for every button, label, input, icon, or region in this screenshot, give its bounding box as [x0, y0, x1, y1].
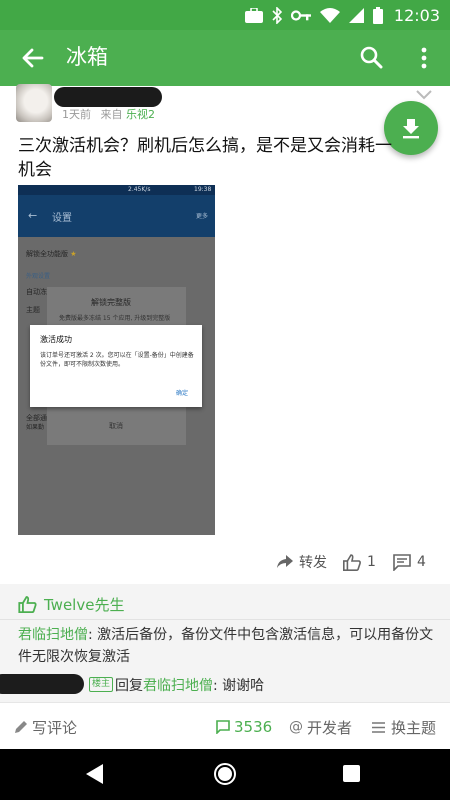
change-theme-button[interactable]: 换主题: [372, 716, 436, 738]
thumb-up-icon: [343, 553, 361, 571]
liked-by-line: Twelve先生: [18, 594, 124, 614]
more-options-icon[interactable]: [406, 40, 442, 76]
embedded-row-theme: 主题: [26, 306, 40, 314]
post-image[interactable]: 2.45K/s 19:38 ← 设置 更多 解锁全功能版 ★ 外观设置 自动冻结…: [18, 185, 215, 535]
status-time: 12:03: [393, 5, 440, 25]
nav-recent-icon[interactable]: [343, 765, 360, 782]
comments-count: 3536: [234, 718, 273, 736]
reply-prefix: 回复: [115, 678, 143, 694]
page-title: 冰箱: [66, 45, 108, 69]
username-redacted: [54, 87, 162, 107]
status-bar: 12:03: [0, 0, 450, 30]
briefcase-icon: [244, 7, 263, 23]
wifi-icon: [319, 7, 340, 23]
nav-home-icon[interactable]: [214, 763, 236, 785]
comment-icon: [393, 553, 411, 571]
battery-icon: [372, 6, 383, 24]
embedded-time: 19:38: [194, 186, 212, 193]
thumb-up-icon: [18, 595, 37, 613]
embedded-dialog1-body: 免费版最多冻结 15 个应用, 升级到完整版: [59, 315, 171, 322]
reply-user[interactable]: 君临扫地僧: [143, 678, 213, 694]
write-comment-label: 写评论: [32, 718, 78, 737]
write-comment-button[interactable]: 写评论: [14, 716, 77, 738]
chevron-down-icon[interactable]: [414, 88, 434, 102]
forward-label: 转发: [299, 555, 327, 571]
nav-back-icon[interactable]: [86, 764, 104, 784]
reply-user[interactable]: 君临扫地僧: [18, 627, 88, 643]
navigation-bar: [0, 749, 450, 800]
signal-icon: [348, 7, 364, 23]
comment-icon: [216, 720, 230, 734]
like-count: 1: [367, 554, 376, 570]
embedded-dialog1-title: 解锁完整版: [91, 298, 131, 307]
menu-icon: [372, 721, 385, 733]
pencil-icon: [15, 721, 27, 733]
app-bar: 冰箱: [0, 30, 450, 86]
forward-button[interactable]: 转发: [277, 551, 327, 573]
embedded-dialog1-cancel: 取消: [109, 422, 123, 430]
post-text: 三次激活机会？刷机后怎么搞，是不是又会消耗一机会: [18, 136, 392, 180]
reply-text: : 谢谢哈: [213, 678, 265, 694]
developer-button[interactable]: @ 开发者: [289, 716, 352, 738]
post-time: 1天前: [62, 108, 91, 121]
search-icon[interactable]: [354, 40, 390, 76]
post-meta: 1天前 来自 乐视2: [62, 106, 155, 122]
back-arrow-icon[interactable]: [14, 40, 50, 76]
embedded-more: 更多: [196, 213, 209, 220]
change-theme-label: 换主题: [391, 718, 437, 737]
embedded-title: 设置: [52, 213, 72, 224]
share-icon: [277, 555, 293, 568]
embedded-row-unlock: 解锁全功能版 ★: [26, 250, 77, 258]
vpn-key-icon: [290, 9, 311, 21]
embedded-dialog2-ok: 确定: [176, 390, 189, 397]
developer-label: 开发者: [307, 718, 353, 737]
bottom-bar: 写评论 3536 @ 开发者 换主题: [0, 702, 450, 749]
embedded-speed: 2.45K/s: [128, 186, 151, 193]
embedded-back-icon: ←: [28, 209, 38, 222]
liked-by-user[interactable]: Twelve先生: [44, 594, 124, 615]
embedded-app-bar: ← 设置 更多: [18, 195, 215, 237]
op-badge: 楼主: [89, 677, 114, 692]
comments-count-button[interactable]: 3536: [216, 716, 272, 738]
source-prefix: 来自: [100, 108, 123, 121]
bluetooth-icon: [272, 6, 282, 24]
reply-item[interactable]: 楼主 回复君临扫地僧: 谢谢哈: [0, 674, 450, 696]
replies-panel: Twelve先生 君临扫地僧: 激活后备份，备份文件中包含激活信息，可以用备份文…: [0, 584, 450, 702]
embedded-row-all-sub: 如果勤: [26, 424, 45, 431]
download-icon: [403, 119, 419, 139]
embedded-dialog2-body: 该订单号还可激活 2 次。您可以在「设置-备份」中创建备份文件，即可不限制次数使…: [40, 352, 194, 368]
embedded-dialog-success: 激活成功 该订单号还可激活 2 次。您可以在「设置-备份」中创建备份文件，即可不…: [30, 325, 202, 407]
comment-count: 4: [417, 554, 426, 570]
comment-button[interactable]: 4: [393, 551, 426, 573]
embedded-dialog2-title: 激活成功: [40, 335, 72, 344]
embedded-status-bar: 2.45K/s 19:38: [18, 185, 215, 195]
embedded-section: 外观设置: [26, 273, 51, 280]
divider: [0, 619, 450, 620]
device-link[interactable]: 乐视2: [126, 108, 155, 121]
like-button[interactable]: 1: [343, 551, 376, 573]
reply-username-redacted: [0, 674, 84, 694]
at-icon: @: [289, 719, 303, 735]
avatar[interactable]: [16, 84, 52, 122]
reply-item[interactable]: 君临扫地僧: 激活后备份，备份文件中包含激活信息，可以用备份文件无限次恢复激活: [18, 624, 438, 668]
